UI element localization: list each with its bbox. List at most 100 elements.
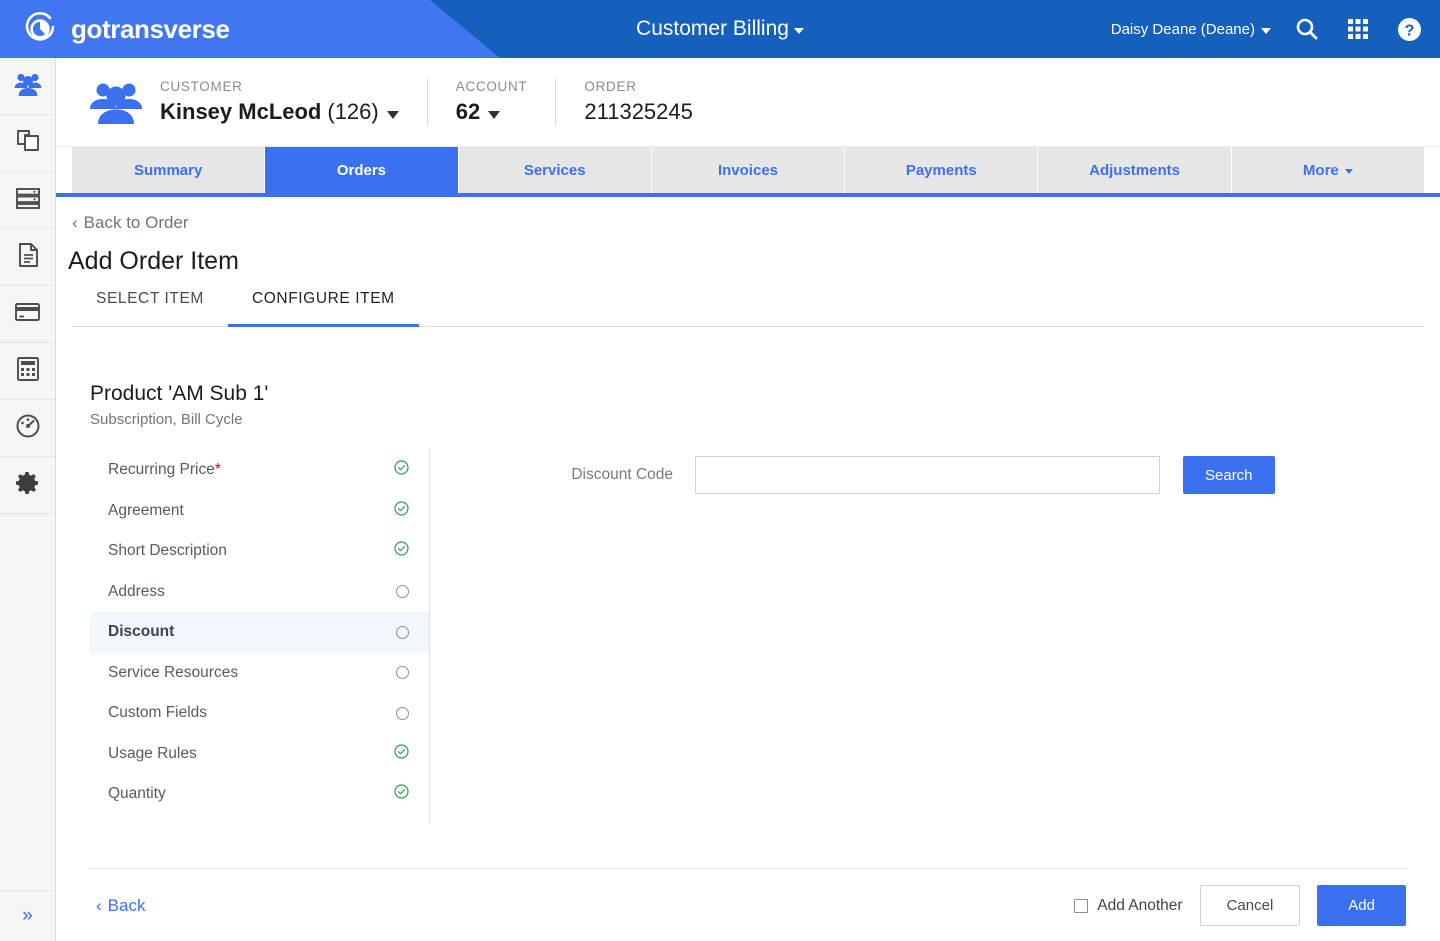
subtab-configure-item[interactable]: CONFIGURE ITEM — [227, 290, 419, 327]
tab-summary[interactable]: Summary — [72, 147, 266, 193]
tab-more[interactable]: More — [1231, 147, 1424, 193]
tab-adjustments[interactable]: Adjustments — [1038, 147, 1232, 193]
page-title: Add Order Item — [68, 247, 239, 275]
breadcrumb-account[interactable]: ACCOUNT 62 — [426, 79, 556, 125]
discount-code-label: Discount Code — [571, 466, 673, 483]
chevron-down-icon — [1261, 28, 1271, 34]
help-circle-icon[interactable]: ? — [1394, 14, 1424, 44]
customer-group-icon — [88, 79, 144, 125]
left-sidebar: » — [0, 58, 56, 941]
discount-code-input[interactable] — [695, 456, 1160, 494]
tab-label: Adjustments — [1089, 161, 1180, 179]
account-number: 62 — [455, 99, 481, 124]
customer-name: Kinsey McLeod — [160, 99, 322, 124]
users-group-icon — [13, 71, 43, 102]
breadcrumb-order-value: 211325245 — [584, 99, 693, 124]
step-discount[interactable]: Discount — [90, 612, 429, 653]
step-label: Discount — [108, 623, 175, 641]
user-menu[interactable]: Daisy Deane (Deane) — [1111, 21, 1271, 38]
tab-invoices[interactable]: Invoices — [651, 147, 846, 193]
tab-label: More — [1302, 161, 1339, 179]
checkbox-box-icon — [1074, 898, 1089, 913]
sidebar-item-products[interactable] — [0, 115, 55, 172]
brand-logo[interactable]: gotransverse — [20, 9, 230, 49]
copy-documents-icon — [15, 128, 41, 159]
status-pending-icon — [396, 585, 409, 599]
tab-label: Payments — [905, 161, 977, 179]
footer-actions: ‹ Back Add Another Cancel Add — [56, 870, 1440, 941]
status-complete-icon — [394, 541, 409, 561]
status-complete-icon — [394, 784, 409, 804]
sidebar-item-customers[interactable] — [0, 58, 55, 115]
sidebar-item-payments[interactable] — [0, 286, 55, 343]
breadcrumb-account-value: 62 — [456, 99, 528, 125]
product-subtitle: Subscription, Bill Cycle — [90, 411, 243, 428]
product-name: Product 'AM Sub 1' — [90, 382, 269, 405]
step-short-description[interactable]: Short Description — [90, 531, 429, 572]
document-page-icon — [16, 242, 40, 273]
gauge-meter-icon — [15, 413, 41, 444]
brand-name: gotransverse — [71, 13, 230, 44]
breadcrumb-customer-value: Kinsey McLeod (126) — [160, 99, 399, 125]
step-custom-fields[interactable]: Custom Fields — [90, 693, 429, 734]
status-pending-icon — [396, 706, 409, 720]
main-tab-bar: Summary Orders Services Invoices Payment… — [56, 147, 1440, 197]
step-agreement[interactable]: Agreement — [90, 491, 429, 532]
tab-orders[interactable]: Orders — [265, 147, 459, 193]
app-title-dropdown[interactable]: Customer Billing — [636, 17, 804, 41]
search-button[interactable]: Search — [1183, 456, 1275, 494]
add-button[interactable]: Add — [1317, 885, 1406, 926]
sidebar-item-calculator[interactable] — [0, 343, 55, 400]
step-address[interactable]: Address — [90, 572, 429, 613]
double-chevron-right-icon: » — [22, 905, 33, 926]
chevron-down-icon[interactable] — [386, 110, 399, 119]
app-title-label: Customer Billing — [636, 17, 789, 40]
tab-label: Services — [523, 161, 586, 179]
step-label: Address — [108, 582, 165, 600]
step-label: Recurring Price* — [108, 461, 394, 479]
breadcrumb-order: ORDER 211325245 — [555, 79, 721, 125]
sidebar-expand-button[interactable]: » — [0, 890, 55, 941]
breadcrumb-account-label: ACCOUNT — [455, 79, 528, 94]
main-content: CUSTOMER Kinsey McLeod (126) ACCOUNT 62 … — [56, 58, 1440, 941]
sidebar-item-documents[interactable] — [0, 229, 55, 286]
credit-card-icon — [14, 301, 41, 328]
chevron-left-icon: ‹ — [72, 213, 78, 232]
status-complete-icon — [394, 501, 409, 521]
back-button[interactable]: ‹ Back — [96, 896, 145, 916]
discount-panel: Discount Code Search — [430, 450, 1440, 823]
step-usage-rules[interactable]: Usage Rules — [90, 734, 429, 775]
search-icon[interactable] — [1292, 14, 1322, 44]
step-service-resources[interactable]: Service Resources — [90, 653, 429, 694]
discount-code-row: Discount Code Search — [560, 456, 1440, 494]
apps-grid-icon[interactable] — [1343, 14, 1373, 44]
sidebar-item-dashboard[interactable] — [0, 400, 55, 457]
subtab-select-item[interactable]: SELECT ITEM — [72, 290, 228, 327]
breadcrumb-customer[interactable]: CUSTOMER Kinsey McLeod (126) — [160, 79, 427, 125]
sidebar-item-settings[interactable] — [0, 457, 55, 514]
step-quantity[interactable]: Quantity — [90, 774, 429, 815]
back-to-order-link[interactable]: ‹ Back to Order — [72, 213, 189, 233]
subtab-label: SELECT ITEM — [96, 290, 204, 307]
sidebar-item-data[interactable] — [0, 172, 55, 229]
tab-services[interactable]: Services — [458, 147, 652, 193]
configure-body: Recurring Price* Agreement Short Descrip… — [56, 450, 1440, 823]
footer-divider — [90, 868, 1406, 869]
chevron-down-icon[interactable] — [488, 110, 501, 119]
tab-label: Summary — [133, 161, 203, 179]
tab-label: Invoices — [717, 161, 778, 179]
chevron-down-icon — [793, 28, 804, 34]
status-complete-icon — [394, 744, 409, 764]
user-name-label: Daisy Deane (Deane) — [1110, 20, 1255, 38]
required-asterisk: * — [214, 461, 221, 479]
status-pending-icon — [396, 625, 409, 639]
step-label: Agreement — [108, 501, 184, 519]
cancel-button[interactable]: Cancel — [1199, 885, 1301, 926]
tab-payments[interactable]: Payments — [845, 147, 1039, 193]
step-recurring-price[interactable]: Recurring Price* — [90, 450, 429, 491]
back-to-order-label: Back to Order — [83, 213, 189, 232]
status-pending-icon — [396, 666, 409, 680]
step-label: Short Description — [108, 542, 227, 560]
tab-label: Orders — [336, 161, 387, 179]
add-another-checkbox[interactable]: Add Another — [1074, 897, 1183, 915]
